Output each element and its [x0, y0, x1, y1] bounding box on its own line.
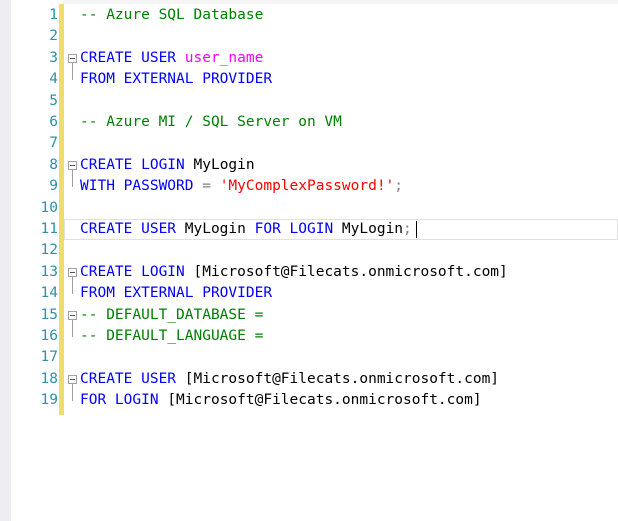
fold-guide-line [72, 276, 73, 295]
code-token: [Microsoft@Filecats.onmicrosoft.com] [193, 263, 508, 280]
code-token: CREATE LOGIN [80, 156, 194, 173]
code-line[interactable]: FOR LOGIN [Microsoft@Filecats.onmicrosof… [80, 390, 482, 411]
line-number: 19 [40, 392, 58, 409]
line-number: 16 [40, 328, 58, 344]
code-token: 'MyComplexPassword!' [219, 178, 395, 195]
code-token: FOR LOGIN [254, 221, 342, 237]
code-token: -- DEFAULT_DATABASE = [80, 306, 264, 323]
line-number: 15 [40, 306, 58, 323]
code-line[interactable]: -- DEFAULT_DATABASE = [80, 305, 263, 326]
line-number: 11 [40, 221, 58, 237]
line-number: 2 [49, 28, 58, 45]
code-token: CREATE LOGIN [80, 263, 194, 280]
code-token: MyLogin [184, 221, 255, 237]
line-number: 5 [49, 92, 58, 109]
code-line[interactable]: WITH PASSWORD = 'MyComplexPassword!'; [80, 176, 403, 197]
code-token: FROM EXTERNAL PROVIDER [80, 285, 273, 302]
sql-query-editor[interactable]: 1 -- Azure SQL Database 2 3 CREATE USER user… [0, 0, 618, 521]
code-token: FROM EXTERNAL PROVIDER [80, 71, 273, 88]
code-line[interactable]: CREATE USER user_name [80, 48, 263, 69]
code-line[interactable]: CREATE USER [Microsoft@Filecats.onmicros… [80, 369, 499, 390]
code-token: -- DEFAULT_LANGUAGE = [80, 328, 264, 344]
code-line[interactable]: -- Azure MI / SQL Server on VM [80, 112, 342, 133]
line-number: 8 [49, 156, 58, 173]
code-token: [Microsoft@Filecats.onmicrosoft.com] [184, 370, 500, 387]
code-token: -- Azure SQL Database [80, 7, 264, 23]
line-number: 14 [40, 285, 58, 302]
code-line[interactable]: CREATE USER MyLogin FOR LOGIN MyLogin; [80, 219, 417, 240]
line-number: 1 [49, 7, 58, 23]
code-token: MyLogin [193, 156, 255, 173]
line-number: 13 [40, 263, 58, 280]
collapse-region-icon[interactable] [68, 53, 77, 63]
line-number: 7 [49, 135, 58, 152]
fold-guide-line [72, 169, 73, 188]
code-token: ; [394, 178, 404, 195]
line-number: 10 [40, 199, 58, 216]
code-token: FOR LOGIN [80, 392, 168, 409]
code-token: CREATE USER [80, 370, 185, 387]
code-token: = [202, 178, 220, 195]
collapse-region-icon[interactable] [68, 374, 77, 384]
editor-left-margin [0, 0, 11, 521]
code-token: user_name [184, 49, 264, 66]
code-token: CREATE USER [80, 49, 185, 66]
code-line[interactable]: -- Azure SQL Database [80, 5, 263, 26]
editor-top-edge [0, 0, 618, 4]
code-token: [Microsoft@Filecats.onmicrosoft.com] [167, 392, 482, 409]
fold-guide-line [72, 319, 73, 337]
code-token: CREATE USER [80, 221, 185, 237]
code-token: WITH PASSWORD [80, 178, 203, 195]
code-line[interactable]: FROM EXTERNAL PROVIDER [80, 69, 272, 90]
code-line[interactable]: CREATE LOGIN MyLogin [80, 155, 255, 176]
fold-guide-line [72, 62, 73, 81]
collapse-region-icon[interactable] [68, 267, 77, 277]
code-token: -- Azure MI / SQL Server on VM [80, 114, 342, 130]
code-line[interactable]: -- DEFAULT_LANGUAGE = [80, 326, 263, 347]
fold-guide-line [72, 383, 73, 402]
code-line[interactable]: CREATE LOGIN [Microsoft@Filecats.onmicro… [80, 262, 508, 283]
collapse-region-icon[interactable] [68, 310, 77, 320]
code-token: MyLogin [341, 221, 404, 237]
text-caret [415, 220, 417, 238]
line-number: 3 [49, 49, 58, 66]
line-number: 18 [40, 370, 58, 387]
change-tracking-bar [59, 4, 64, 415]
code-line[interactable]: FROM EXTERNAL PROVIDER [80, 283, 272, 304]
line-number: 4 [49, 71, 58, 88]
line-number: 9 [49, 178, 58, 195]
line-number: 6 [49, 114, 58, 130]
collapse-region-icon[interactable] [68, 160, 77, 170]
line-number: 17 [40, 349, 58, 366]
line-number: 12 [40, 242, 58, 259]
code-token: ; [403, 221, 412, 237]
